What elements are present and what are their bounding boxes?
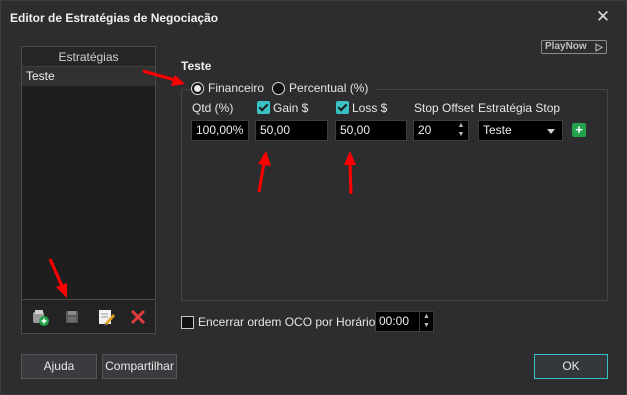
oco-time-spin[interactable]: ▲ ▼: [419, 312, 433, 331]
loss-label: Loss $: [352, 101, 388, 115]
close-icon[interactable]: ✕: [594, 8, 612, 26]
stop-strategy-label: Estratégia Stop: [478, 101, 561, 115]
ok-button[interactable]: OK: [534, 354, 608, 379]
help-button[interactable]: Ajuda: [21, 354, 97, 379]
stop-offset-stepper[interactable]: 20 ▲ ▼: [413, 120, 469, 141]
qtd-input[interactable]: 100,00%: [191, 120, 249, 141]
stop-strategy-select[interactable]: Teste: [478, 120, 563, 141]
financeiro-label[interactable]: Financeiro: [208, 81, 264, 95]
add-row-button[interactable]: +: [572, 123, 586, 137]
gain-column-header: Gain $: [257, 101, 308, 115]
delete-icon[interactable]: [128, 307, 148, 327]
oco-label[interactable]: Encerrar ordem OCO por Horário: [198, 315, 375, 329]
spin-down-icon[interactable]: ▼: [454, 130, 468, 139]
oco-time-value: 00:00: [379, 314, 410, 328]
strategy-editor-window: Editor de Estratégias de Negociação ✕ Es…: [0, 0, 627, 395]
loss-input[interactable]: 50,00: [335, 120, 407, 141]
save-icon[interactable]: [62, 307, 82, 327]
strategies-header: Estratégias: [22, 47, 155, 67]
annotation-arrow-icon: [344, 151, 356, 195]
percentual-radio[interactable]: [272, 81, 286, 95]
gain-input[interactable]: 50,00: [255, 120, 328, 141]
mode-radio-group: Financeiro Percentual (%): [191, 80, 377, 96]
chevron-down-icon: [547, 129, 555, 134]
annotation-arrow-icon: [142, 69, 185, 86]
window-title: Editor de Estratégias de Negociação: [10, 11, 219, 25]
financeiro-radio[interactable]: [191, 81, 204, 95]
oco-checkbox[interactable]: [181, 315, 194, 329]
oco-row: Encerrar ordem OCO por Horário i: [181, 314, 394, 330]
stop-offset-label: Stop Offset: [414, 101, 474, 115]
playnow-badge[interactable]: PlayNow: [541, 40, 607, 54]
add-strategy-icon[interactable]: [30, 307, 50, 327]
loss-checkbox[interactable]: [336, 101, 349, 114]
strategy-toolbar: [22, 299, 155, 333]
edit-icon[interactable]: [96, 307, 116, 327]
play-icon: [595, 43, 603, 52]
spin-up-icon[interactable]: ▲: [420, 312, 433, 321]
annotation-arrow-icon: [257, 151, 271, 193]
spin-up-icon[interactable]: ▲: [454, 121, 468, 130]
percentual-label[interactable]: Percentual (%): [289, 81, 368, 95]
playnow-label: PlayNow: [545, 41, 587, 52]
stop-offset-spin[interactable]: ▲ ▼: [454, 121, 468, 140]
strategies-panel: Estratégias Teste: [21, 46, 156, 334]
stop-offset-value: 20: [418, 123, 432, 137]
strategy-list-item[interactable]: Teste: [22, 67, 155, 86]
spin-down-icon[interactable]: ▼: [420, 321, 433, 330]
annotation-arrow-icon: [48, 258, 67, 298]
title-bar: Editor de Estratégias de Negociação ✕: [1, 1, 626, 34]
share-button[interactable]: Compartilhar: [102, 354, 177, 379]
stop-strategy-value: Teste: [483, 123, 512, 137]
qtd-label: Qtd (%): [192, 101, 234, 115]
oco-time-stepper[interactable]: 00:00 ▲ ▼: [375, 311, 434, 332]
gain-checkbox[interactable]: [257, 101, 270, 114]
gain-label: Gain $: [273, 101, 309, 115]
loss-column-header: Loss $: [336, 101, 387, 115]
